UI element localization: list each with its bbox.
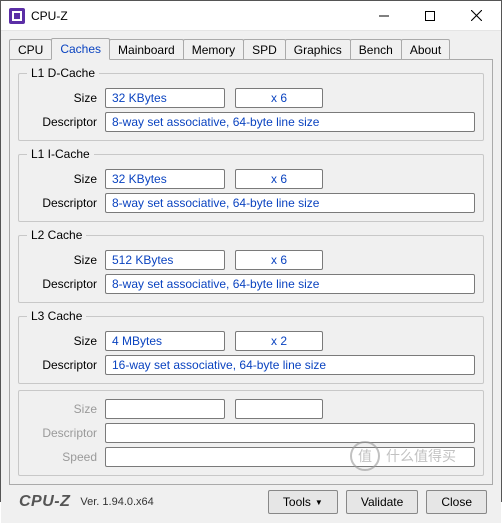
descriptor-label: Descriptor <box>27 115 105 129</box>
cache-group-3: L3 Cache Size4 MBytes x 2 Descriptor16-way … <box>18 309 484 384</box>
validate-button[interactable]: Validate <box>346 490 418 514</box>
cache-legend: L2 Cache <box>27 228 86 242</box>
multiplier-value: x 2 <box>235 331 323 351</box>
descriptor-label: Descriptor <box>27 358 105 372</box>
app-icon <box>9 8 25 24</box>
title-bar: CPU-Z <box>1 1 501 31</box>
multiplier-value: x 6 <box>235 169 323 189</box>
speed-value <box>105 447 475 467</box>
descriptor-value: 8-way set associative, 64-byte line size <box>105 274 475 294</box>
tab-spd[interactable]: SPD <box>243 39 286 60</box>
tab-bench[interactable]: Bench <box>350 39 402 60</box>
tab-memory[interactable]: Memory <box>183 39 244 60</box>
size-label: Size <box>27 172 105 186</box>
brand-label: CPU-Z <box>15 493 70 511</box>
minimize-button[interactable] <box>361 1 407 31</box>
app-window: CPU-Z CPUCachesMainboardMemorySPDGraphic… <box>0 0 502 502</box>
descriptor-value: 8-way set associative, 64-byte line size <box>105 112 475 132</box>
dropdown-caret-icon: ▼ <box>315 498 323 507</box>
tools-button[interactable]: Tools ▼ <box>268 490 338 514</box>
multiplier-value: x 6 <box>235 250 323 270</box>
tab-panel-caches: L1 D-CacheSize32 KBytesx 6Descriptor8-wa… <box>9 59 493 485</box>
size-label: Size <box>27 334 105 348</box>
client-area: CPUCachesMainboardMemorySPDGraphicsBench… <box>1 31 501 523</box>
speed-label: Speed <box>27 450 105 464</box>
size-value: 4 MBytes <box>105 331 225 351</box>
descriptor-label: Descriptor <box>27 277 105 291</box>
descriptor-value: 8-way set associative, 64-byte line size <box>105 193 475 213</box>
close-app-button-label: Close <box>441 495 472 509</box>
cache-legend: L3 Cache <box>27 309 86 323</box>
size-value: 32 KBytes <box>105 169 225 189</box>
window-title: CPU-Z <box>31 9 68 23</box>
size-value: 512 KBytes <box>105 250 225 270</box>
cache-legend: L1 D-Cache <box>27 66 99 80</box>
descriptor-value: 16-way set associative, 64-byte line siz… <box>105 355 475 375</box>
close-app-button[interactable]: Close <box>426 490 487 514</box>
tools-button-label: Tools <box>283 495 311 509</box>
size-label: Size <box>27 91 105 105</box>
tab-cpu[interactable]: CPU <box>9 39 52 60</box>
multiplier-value <box>235 399 323 419</box>
tab-mainboard[interactable]: Mainboard <box>109 39 184 60</box>
bottom-bar: CPU-Z Ver. 1.94.0.x64 Tools ▼ Validate C… <box>9 485 493 519</box>
descriptor-label: Descriptor <box>27 426 105 440</box>
descriptor-label: Descriptor <box>27 196 105 210</box>
size-label: Size <box>27 253 105 267</box>
cache-group-4: Size Descriptor Speed <box>18 390 484 476</box>
multiplier-value: x 6 <box>235 88 323 108</box>
tab-caches[interactable]: Caches <box>51 38 110 60</box>
validate-button-label: Validate <box>361 495 403 509</box>
size-value <box>105 399 225 419</box>
size-value: 32 KBytes <box>105 88 225 108</box>
tab-graphics[interactable]: Graphics <box>285 39 351 60</box>
version-label: Ver. 1.94.0.x64 <box>80 496 153 508</box>
close-button[interactable] <box>453 1 499 31</box>
cache-legend: L1 I-Cache <box>27 147 94 161</box>
cache-group-2: L2 Cache Size512 KBytes x 6 Descriptor8-way… <box>18 228 484 303</box>
tab-strip: CPUCachesMainboardMemorySPDGraphicsBench… <box>9 37 493 59</box>
tab-about[interactable]: About <box>401 39 450 60</box>
cache-group-1: L1 I-Cache Size32 KBytes x 6 Descriptor8-wa… <box>18 147 484 222</box>
descriptor-value <box>105 423 475 443</box>
cache-group-0: L1 D-Cache Size32 KBytes x 6 Descriptor8-wa… <box>18 66 484 141</box>
maximize-button[interactable] <box>407 1 453 31</box>
size-label: Size <box>27 402 105 416</box>
